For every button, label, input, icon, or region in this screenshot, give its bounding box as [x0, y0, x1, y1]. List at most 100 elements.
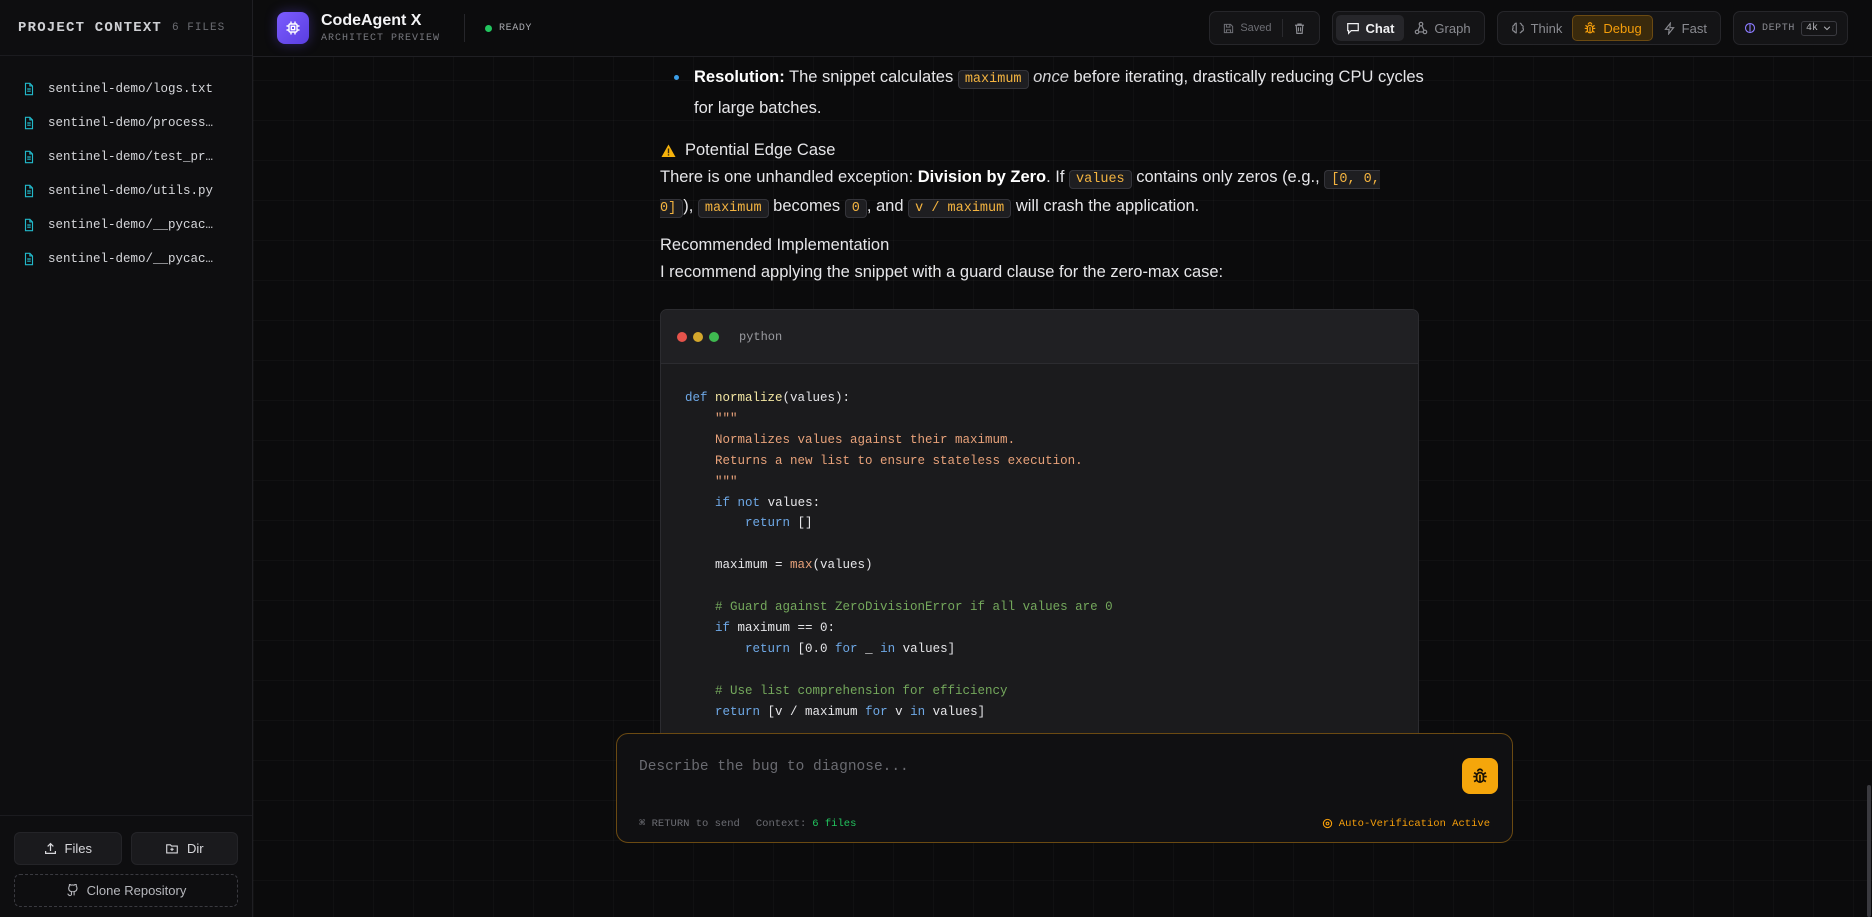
tab-chat[interactable]: Chat [1335, 15, 1405, 41]
status-dot-icon [485, 24, 493, 32]
graph-icon [1415, 21, 1428, 35]
upload-icon [44, 842, 56, 854]
file-icon [24, 218, 34, 232]
file-name: sentinel-demo/__pycache__/processor.cpyt… [48, 218, 218, 232]
auto-verification-status: Auto-Verification Active [1322, 818, 1490, 830]
message-text: There is one unhandled exception: [660, 168, 918, 186]
bug-icon [1585, 22, 1596, 34]
inline-code: 0 [844, 199, 867, 218]
auto-verification-label: Auto-Verification Active [1338, 817, 1490, 830]
mode-fast[interactable]: Fast [1653, 15, 1717, 41]
message-text: will crash the application. [1011, 197, 1200, 215]
file-icon [24, 252, 34, 266]
recommendation-heading: Recommended Implementation [660, 236, 890, 254]
file-name: sentinel-demo/__pycache__/utils.cpython.… [48, 252, 218, 266]
message-text: contains only zeros (e.g., [1131, 168, 1325, 186]
depth-value: 4k [1805, 22, 1818, 34]
save-icon [1224, 23, 1234, 33]
prompt-input[interactable] [639, 754, 1419, 780]
message-text: The snippet calculates [784, 68, 958, 86]
window-dot-red [677, 331, 687, 342]
tab-chat-label: Chat [1365, 20, 1395, 36]
depth-control: DEPTH 4k [1732, 11, 1848, 45]
chat-icon [1346, 23, 1359, 35]
message-text: . If [1046, 168, 1070, 186]
upload-dir-label: Dir [186, 841, 204, 856]
upload-files-label: Files [64, 841, 92, 856]
file-item[interactable]: sentinel-demo/__pycache__/utils.cpython.… [0, 242, 252, 276]
status-indicator: READY [485, 23, 532, 34]
clone-repository-button[interactable]: Clone Repository [14, 874, 238, 907]
emphasis-text: once [1033, 68, 1069, 86]
file-count: 6 FILES [172, 21, 226, 34]
mode-fast-label: Fast [1681, 20, 1707, 36]
chevron-down-icon [1823, 26, 1831, 31]
code-language: python [739, 329, 783, 344]
file-item[interactable]: sentinel-demo/__pycache__/processor.cpyt… [0, 208, 252, 242]
file-item[interactable]: sentinel-demo/processor.py [0, 106, 252, 140]
scrollbar-thumb[interactable] [1867, 785, 1871, 917]
mode-debug-label: Debug [1603, 20, 1642, 36]
edge-case-text: There is one unhandled exception: Divisi… [660, 164, 1420, 222]
file-item[interactable]: sentinel-demo/logs.txt [0, 72, 252, 106]
mode-switcher: Think Debug Fast [1496, 11, 1721, 45]
file-item[interactable]: sentinel-demo/test_processor.py [0, 140, 252, 174]
send-button[interactable] [1462, 758, 1498, 794]
tab-graph[interactable]: Graph [1404, 15, 1480, 41]
sidebar-header: PROJECT CONTEXT 6 FILES [0, 0, 252, 56]
file-icon [24, 116, 34, 130]
warning-icon [661, 144, 676, 157]
message-text: becomes [768, 197, 845, 215]
inline-code: maximum [957, 70, 1029, 89]
window-dot-green [709, 331, 719, 342]
message-text: ), [683, 197, 698, 215]
lightning-icon [1663, 21, 1675, 35]
code-block-header: python [661, 310, 1418, 364]
send-hint: ⌘ RETURN to send [639, 818, 740, 830]
edge-case-heading: Potential Edge Case [660, 137, 1420, 164]
file-icon [24, 184, 34, 198]
clone-repository-label: Clone Repository [86, 883, 187, 898]
inline-code: v / maximum [908, 199, 1012, 218]
bug-icon [1473, 768, 1487, 784]
file-icon [24, 150, 34, 164]
edge-case-title: Potential Edge Case [685, 141, 836, 159]
saved-label: Saved [1240, 22, 1272, 34]
save-group: Saved [1209, 11, 1320, 45]
upload-files-button[interactable]: Files [14, 832, 122, 865]
prompt-footer: ⌘ RETURN to send Context: 6 files Auto-V… [639, 817, 1490, 831]
mode-debug[interactable]: Debug [1572, 15, 1653, 41]
main-panel: CodeAgent X ARCHITECT PREVIEW READY Save… [253, 0, 1872, 917]
app-name: CodeAgent X [321, 12, 422, 29]
prompt-box: ⌘ RETURN to send Context: 6 files Auto-V… [616, 733, 1513, 843]
divider [464, 14, 466, 42]
mode-think[interactable]: Think [1501, 15, 1573, 41]
bold-text: Division by Zero [917, 168, 1047, 186]
upload-dir-button[interactable]: Dir [130, 832, 238, 865]
resolution-label: Resolution: [694, 68, 785, 86]
folder-icon [166, 844, 178, 854]
edge-case-section: Potential Edge Case There is one unhandl… [660, 137, 1420, 222]
recommendation-text: I recommend applying the snippet with a … [660, 263, 1224, 281]
context-label: Context: [755, 817, 807, 830]
trash-icon [1294, 22, 1304, 34]
window-dot-yellow [693, 331, 703, 342]
app-subtitle: ARCHITECT PREVIEW [321, 33, 441, 44]
top-bar: CodeAgent X ARCHITECT PREVIEW READY Save… [253, 0, 1872, 57]
file-item[interactable]: sentinel-demo/utils.py [0, 174, 252, 208]
toolbar: Saved Chat Graph Think Debug Fast DEPTH … [1209, 11, 1848, 45]
upload-buttons: Files Dir [14, 832, 238, 865]
depth-select[interactable]: 4k [1800, 20, 1837, 36]
context-value: 6 files [812, 817, 857, 830]
app-logo [277, 12, 309, 44]
delete-button[interactable] [1283, 15, 1316, 41]
app-root: PROJECT CONTEXT 6 FILES sentinel-demo/lo… [0, 0, 1872, 917]
target-icon [1322, 818, 1332, 829]
sidebar-title: PROJECT CONTEXT [18, 19, 163, 36]
sidebar-footer: Files Dir Clone Repository [0, 815, 252, 917]
code-content[interactable]: def normalize(values): """ Normalizes va… [661, 364, 1418, 745]
view-switcher: Chat Graph [1331, 11, 1485, 45]
file-name: sentinel-demo/logs.txt [48, 82, 214, 96]
file-name: sentinel-demo/utils.py [48, 184, 214, 198]
sidebar: PROJECT CONTEXT 6 FILES sentinel-demo/lo… [0, 0, 253, 917]
